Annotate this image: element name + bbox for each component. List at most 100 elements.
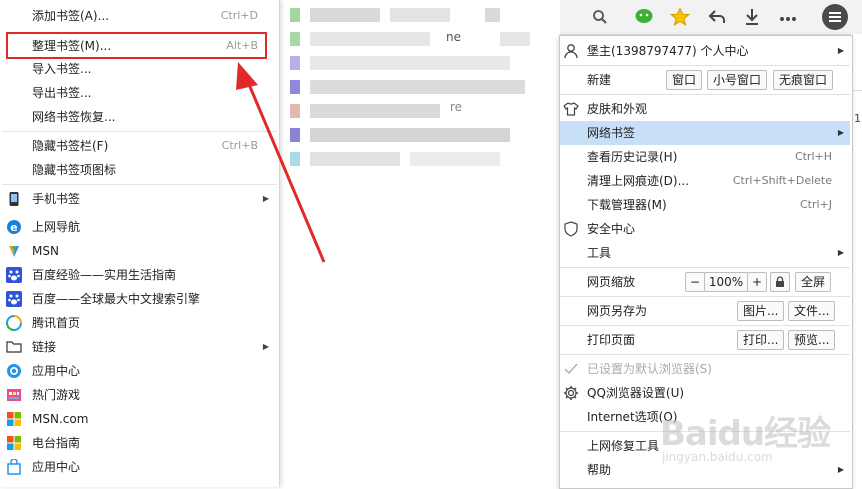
game-icon — [6, 387, 22, 403]
save-image-button[interactable]: 图片... — [737, 301, 785, 321]
user-icon — [563, 43, 579, 59]
phone-icon — [6, 191, 22, 207]
fullscreen-button[interactable]: 全屏 — [795, 272, 832, 292]
bookmark-item[interactable]: 应用中心 — [0, 455, 279, 479]
blurred-row — [290, 80, 540, 94]
zoom-level: 100% — [704, 272, 748, 292]
msn-butterfly-icon — [6, 243, 22, 259]
submenu-arrow-icon: ▶ — [262, 194, 269, 203]
bookmarks-dropdown-menu: 添加书签(A)... Ctrl+D 整理书签(M)... Alt+B 导入书签.… — [0, 0, 280, 487]
baidu-paw-icon — [6, 291, 22, 307]
blurred-row — [290, 56, 540, 70]
menu-item-restore-network-bookmarks[interactable]: 网络书签恢复... — [0, 105, 279, 129]
blurred-row: re — [290, 100, 540, 118]
menu-item-tools[interactable]: 工具 ▶ — [560, 241, 850, 265]
submenu-arrow-icon: ▶ — [837, 46, 844, 55]
svg-text:e: e — [10, 221, 17, 234]
submenu-arrow-icon: ▶ — [837, 128, 844, 137]
menu-separator — [560, 267, 850, 268]
menu-item-default-browser: 已设置为默认浏览器(S) — [560, 357, 850, 381]
menu-item-security-center[interactable]: 安全中心 — [560, 217, 850, 241]
new-window-button[interactable]: 窗口 — [666, 70, 703, 90]
blurred-text-fragment: re — [450, 100, 463, 114]
browser-toolbar — [560, 0, 862, 35]
bookmark-item[interactable]: 应用中心 — [0, 359, 279, 383]
print-preview-button[interactable]: 预览... — [788, 330, 836, 350]
blurred-row: ne — [290, 30, 540, 46]
more-icon[interactable] — [776, 5, 800, 29]
menu-item-mobile-bookmarks[interactable]: 手机书签 ▶ — [0, 187, 279, 211]
menu-row-print: 打印页面 打印... 预览... — [560, 328, 850, 352]
menu-row-new: 新建 窗口 小号窗口 无痕窗口 — [560, 68, 850, 92]
blurred-text-fragment: ne — [446, 30, 461, 44]
menu-item-import-bookmarks[interactable]: 导入书签... — [0, 57, 279, 81]
bookmark-item[interactable]: e 上网导航 — [0, 215, 279, 239]
menu-separator — [560, 296, 850, 297]
annotation-highlight-box — [6, 32, 267, 59]
menu-separator — [560, 65, 850, 66]
shield-icon — [563, 221, 579, 237]
menu-separator — [2, 131, 277, 132]
menu-item-hide-bookmark-icons[interactable]: 隐藏书签项图标 — [0, 158, 279, 182]
menu-separator — [560, 431, 850, 432]
menu-item-help[interactable]: 帮助 ▶ — [560, 458, 850, 482]
menu-item-add-bookmark[interactable]: 添加书签(A)... Ctrl+D — [0, 4, 279, 28]
menu-item-browser-settings[interactable]: QQ浏览器设置(U) — [560, 381, 850, 405]
bag-icon — [6, 458, 22, 475]
bookmark-item[interactable]: 热门游戏 — [0, 383, 279, 407]
menu-item-user-center[interactable]: 堡主(1398797477) 个人中心 ▶ — [560, 39, 850, 63]
bookmark-item[interactable]: MSN — [0, 239, 279, 263]
baidu-paw-icon — [6, 267, 22, 283]
lock-icon[interactable] — [770, 272, 790, 292]
menu-item-network-bookmarks[interactable]: 网络书签 ▶ — [560, 121, 850, 145]
menu-item-download-manager[interactable]: 下载管理器(M) Ctrl+J — [560, 193, 850, 217]
submenu-arrow-icon: ▶ — [837, 465, 844, 474]
menu-item-repair-tool[interactable]: 上网修复工具 — [560, 434, 850, 458]
menu-separator — [560, 354, 850, 355]
print-button[interactable]: 打印... — [737, 330, 785, 350]
tencent-icon — [6, 315, 22, 331]
submenu-arrow-icon: ▶ — [837, 248, 844, 257]
new-small-window-button[interactable]: 小号窗口 — [707, 70, 768, 90]
menu-row-zoom: 网页缩放 − 100% + 全屏 — [560, 270, 850, 294]
browser-main-menu: 堡主(1398797477) 个人中心 ▶ 新建 窗口 小号窗口 无痕窗口 皮肤… — [559, 35, 853, 489]
blurred-row — [290, 128, 540, 142]
download-icon[interactable] — [740, 5, 764, 29]
menu-separator — [560, 94, 850, 95]
save-file-button[interactable]: 文件... — [788, 301, 836, 321]
star-icon[interactable] — [668, 5, 692, 29]
folder-icon — [6, 339, 22, 355]
menu-item-history[interactable]: 查看历史记录(H) Ctrl+H — [560, 145, 850, 169]
menu-separator — [2, 184, 277, 185]
blurred-bookmark-list: ne re — [280, 0, 560, 487]
blurred-row — [290, 8, 520, 22]
zoom-out-button[interactable]: − — [685, 272, 705, 292]
blurred-row — [290, 152, 540, 166]
ie-e-icon: e — [6, 219, 22, 235]
menu-item-clear-traces[interactable]: 清理上网痕迹(D)... Ctrl+Shift+Delete — [560, 169, 850, 193]
submenu-arrow-icon: ▶ — [262, 342, 269, 351]
menu-item-hide-bookmark-bar[interactable]: 隐藏书签栏(F) Ctrl+B — [0, 134, 279, 158]
gear-icon — [563, 385, 579, 401]
new-incognito-window-button[interactable]: 无痕窗口 — [773, 70, 834, 90]
bookmark-item[interactable]: MSN.com — [0, 407, 279, 431]
wechat-icon[interactable] — [632, 5, 656, 29]
menu-row-save-as: 网页另存为 图片... 文件... — [560, 299, 850, 323]
shirt-icon — [563, 101, 579, 117]
zoom-in-button[interactable]: + — [747, 272, 767, 292]
windows-icon — [6, 411, 22, 427]
menu-item-export-bookmarks[interactable]: 导出书签... — [0, 81, 279, 105]
bookmark-item[interactable]: 百度——全球最大中文搜索引擎 — [0, 287, 279, 311]
bookmark-folder-links[interactable]: 链接 ▶ — [0, 335, 279, 359]
menu-separator — [560, 325, 850, 326]
menu-item-internet-options[interactable]: Internet选项(O) — [560, 405, 850, 429]
bookmark-item[interactable]: 腾讯首页 — [0, 311, 279, 335]
checkmark-icon — [563, 361, 579, 377]
bookmark-item[interactable]: 电台指南 — [0, 431, 279, 455]
windows-icon — [6, 435, 22, 451]
bookmark-item[interactable]: 百度经验——实用生活指南 — [0, 263, 279, 287]
menu-icon[interactable] — [822, 4, 848, 30]
menu-item-skin[interactable]: 皮肤和外观 — [560, 97, 850, 121]
back-icon[interactable] — [705, 5, 729, 29]
search-icon[interactable] — [588, 5, 612, 29]
